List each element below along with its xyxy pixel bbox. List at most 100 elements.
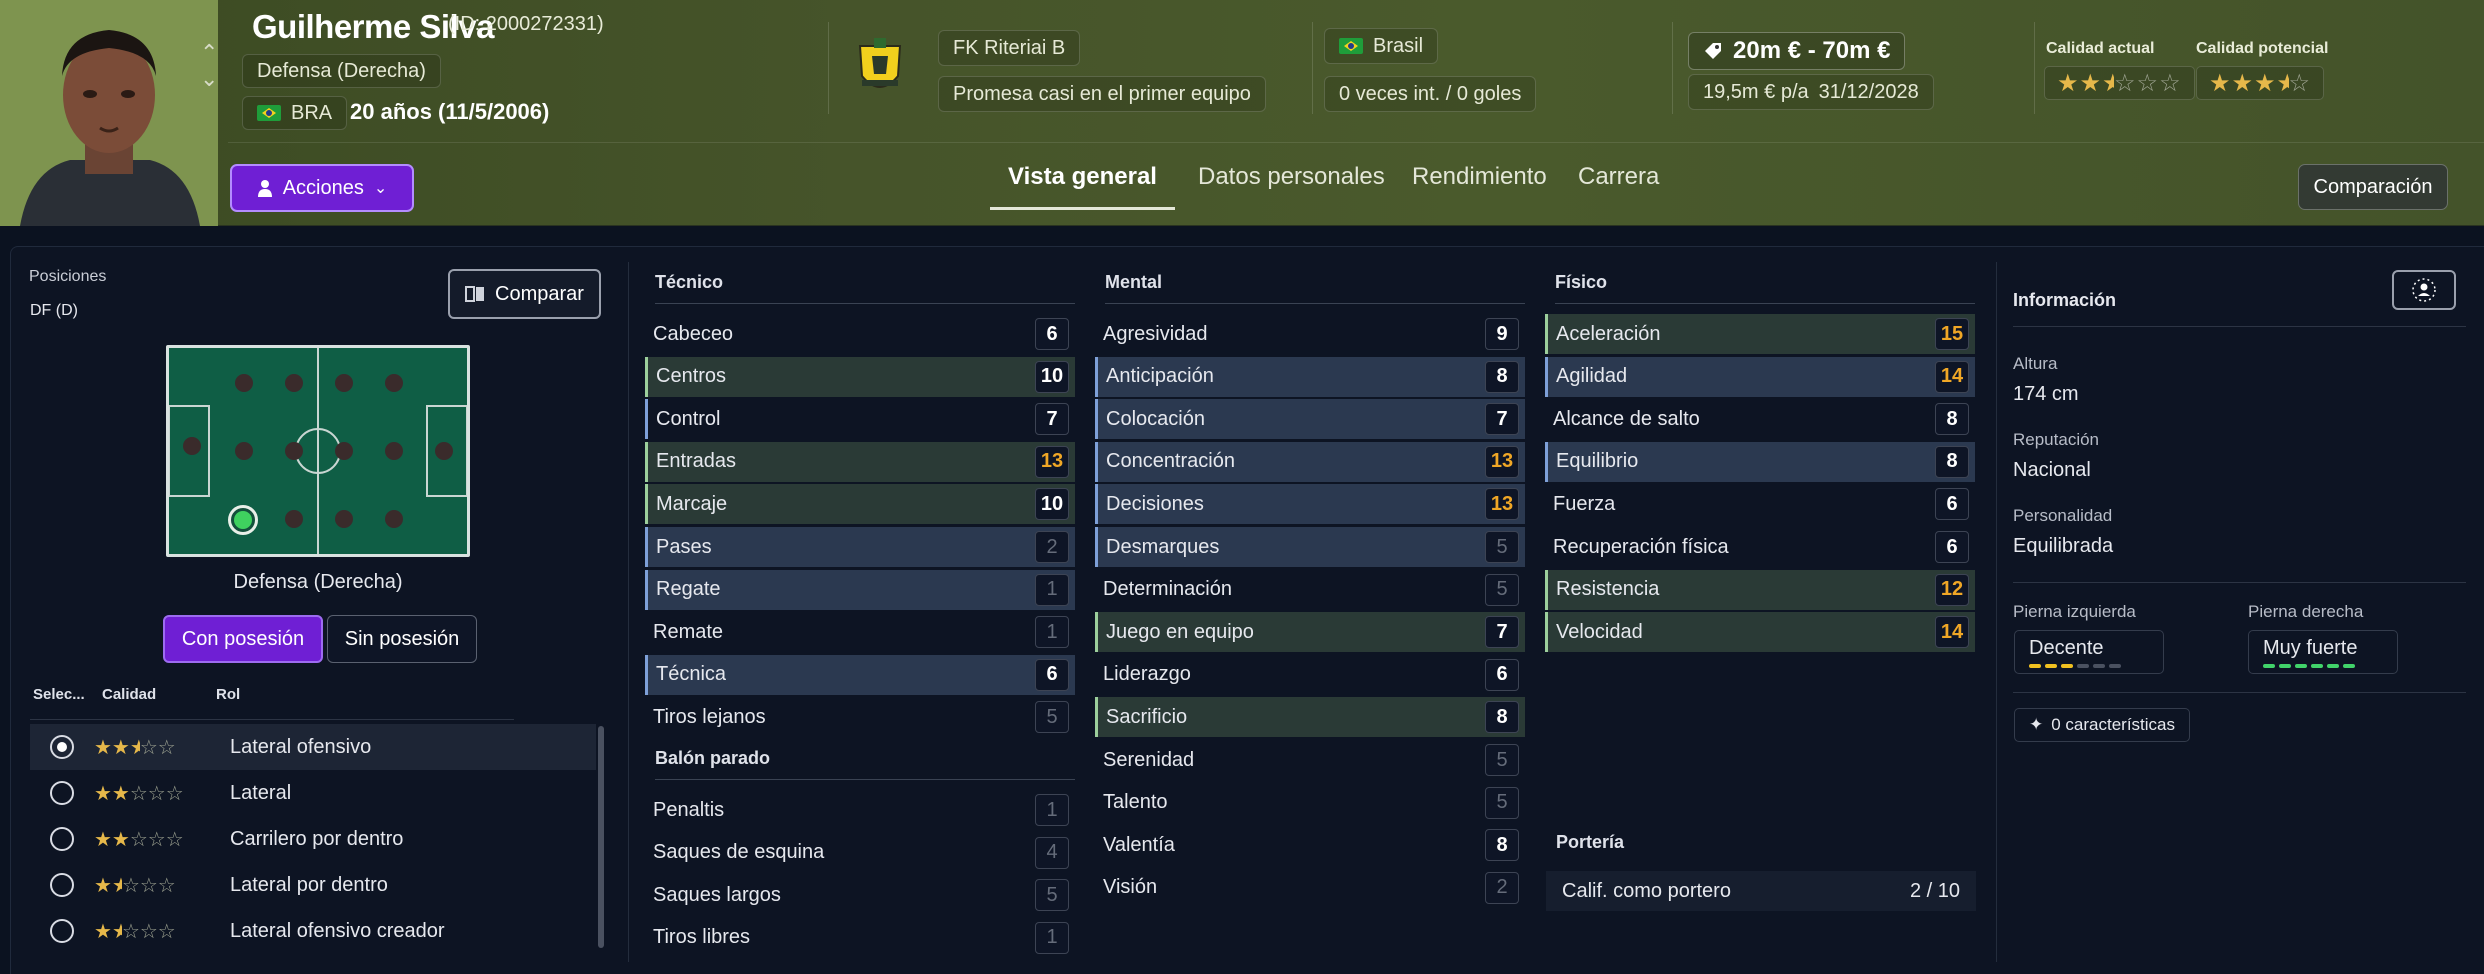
attribute-row[interactable]: Concentración 13 [1095,441,1525,482]
attribute-row[interactable]: Recuperación física 6 [1545,527,1975,567]
attribute-row[interactable]: Control 7 [645,399,1075,440]
role-row[interactable]: ★★☆☆☆ Carrilero por dentro [30,816,596,862]
attribute-row[interactable]: Visión 2 [1095,868,1525,908]
attribute-row[interactable]: Resistencia 12 [1545,569,1975,610]
attribute-name: Serenidad [1103,748,1195,771]
attribute-value: 5 [1035,701,1069,734]
attribute-row[interactable]: Juego en equipo 7 [1095,612,1525,653]
attribute-row[interactable]: Talento 5 [1095,783,1525,823]
attribute-row[interactable]: Agilidad 14 [1545,356,1975,397]
tab-personal-data[interactable]: Datos personales [1198,158,1385,210]
attribute-name: Liderazgo [1103,663,1191,686]
attribute-name: Tiros libres [653,926,751,949]
attribute-row[interactable]: Cabeceo 6 [645,314,1075,354]
attribute-value: 6 [1935,488,1969,521]
attribute-row[interactable]: Centros 10 [645,356,1075,397]
attribute-value: 8 [1485,701,1519,734]
attribute-row[interactable]: Marcaje 10 [645,484,1075,525]
divider [2013,692,2466,693]
technical-title: Técnico [655,272,1075,304]
role-row[interactable]: ★★☆☆☆ Lateral [30,770,596,816]
roles-scrollbar[interactable] [598,726,604,948]
level-segment [2343,663,2355,668]
national-team-chip[interactable]: Brasil [1324,28,1439,64]
attribute-row[interactable]: Desmarques 5 [1095,527,1525,567]
attribute-row[interactable]: Serenidad 5 [1095,740,1525,780]
role-name: Carrilero por dentro [230,827,404,850]
club-crest-icon[interactable] [852,36,908,100]
attribute-row[interactable]: Valentía 8 [1095,825,1525,865]
attribute-row[interactable]: Pases 2 [645,527,1075,567]
actions-button[interactable]: Acciones ⌄ [230,164,414,212]
role-row[interactable]: ★★☆☆☆ Lateral por dentro [30,862,596,908]
traits-button[interactable]: ✦ 0 características [2014,708,2191,742]
tab-career[interactable]: Carrera [1578,158,1659,210]
attribute-row[interactable]: Velocidad 14 [1545,612,1975,653]
attribute-row[interactable]: Regate 1 [645,569,1075,610]
comparison-button[interactable]: Comparación [2298,164,2448,210]
transfer-value-chip[interactable]: 20m € - 70m € [1688,32,1906,70]
role-quality-stars: ★★☆☆☆ [94,828,184,851]
role-radio[interactable] [50,735,74,759]
reputation-label: Reputación [2013,430,2100,449]
attribute-row[interactable]: Agresividad 9 [1095,314,1525,354]
attribute-row[interactable]: Alcance de salto 8 [1545,399,1975,439]
current-quality-stars: ★★ ★ ☆☆ ☆ [2044,66,2195,100]
role-row[interactable]: ★★★☆☆ Lateral ofensivo [30,724,596,770]
attribute-value: 13 [1485,488,1519,521]
role-radio[interactable] [50,919,74,943]
player-id: (ID: 2000272331) [448,13,604,35]
attribute-row[interactable]: Decisiones 13 [1095,484,1525,525]
attribute-name: Marcaje [656,492,728,515]
attribute-row[interactable]: Tiros libres 1 [645,918,1075,958]
level-segment [2327,663,2339,668]
previous-player-arrow-icon[interactable]: ⌃ [200,40,218,66]
attribute-row[interactable]: Tiros lejanos 5 [645,697,1075,737]
divider [30,719,514,720]
club-status-chip: Promesa casi en el primer equipo [938,76,1266,112]
attribute-value: 1 [1035,921,1069,954]
attribute-value: 5 [1485,573,1519,606]
attribute-row[interactable]: Sacrificio 8 [1095,697,1525,738]
compare-positions-button[interactable]: Comparar [448,269,601,319]
attribute-row[interactable]: Liderazgo 6 [1095,655,1525,695]
without-possession-toggle[interactable]: Sin posesión [327,615,477,663]
physical-title: Físico [1555,272,1975,304]
attribute-name: Colocación [1106,407,1205,430]
potential-quality-stars: ★★★ ★ ☆ [2196,66,2325,100]
actions-label: Acciones [282,176,364,199]
divider [1312,22,1313,114]
personality-label: Personalidad [2013,506,2113,525]
right-foot-value: Muy fuerte [2263,636,2358,659]
level-segment [2029,663,2041,668]
role-radio[interactable] [50,827,74,851]
attribute-row[interactable]: Entradas 13 [645,441,1075,482]
attribute-row[interactable]: Equilibrio 8 [1545,441,1975,482]
attribute-row[interactable]: Anticipación 8 [1095,356,1525,397]
attribute-row[interactable]: Técnica 6 [645,654,1075,695]
attribute-row[interactable]: Remate 1 [645,612,1075,652]
tab-overview[interactable]: Vista general [990,158,1175,210]
role-quality-stars: ★★☆☆☆ [94,874,176,897]
role-row[interactable]: ★★☆☆☆ Lateral ofensivo creador [30,908,596,954]
next-player-arrow-icon[interactable]: ⌄ [200,66,218,92]
height-label: Altura [2013,354,2058,373]
club-name-chip[interactable]: FK Riteriai B [938,30,1081,66]
role-radio[interactable] [50,873,74,897]
with-possession-toggle[interactable]: Con posesión [163,615,323,663]
attribute-row[interactable]: Aceleración 15 [1545,314,1975,354]
role-quality-stars: ★★★☆☆ [94,736,176,759]
level-segment [2263,663,2275,668]
transfer-value: 20m € - 70m € [1733,37,1891,64]
tab-performance[interactable]: Rendimiento [1412,158,1547,210]
attribute-row[interactable]: Colocación 7 [1095,399,1525,440]
attribute-row[interactable]: Saques de esquina 4 [645,833,1075,873]
selected-position-marker[interactable] [228,505,258,535]
current-quality-label: Calidad actual [2046,40,2155,57]
attribute-row[interactable]: Fuerza 6 [1545,484,1975,524]
attribute-row[interactable]: Saques largos 5 [645,875,1075,915]
role-radio[interactable] [50,781,74,805]
attribute-row[interactable]: Penaltis 1 [645,790,1075,830]
profile-settings-button[interactable] [2392,270,2456,310]
attribute-row[interactable]: Determinación 5 [1095,570,1525,610]
